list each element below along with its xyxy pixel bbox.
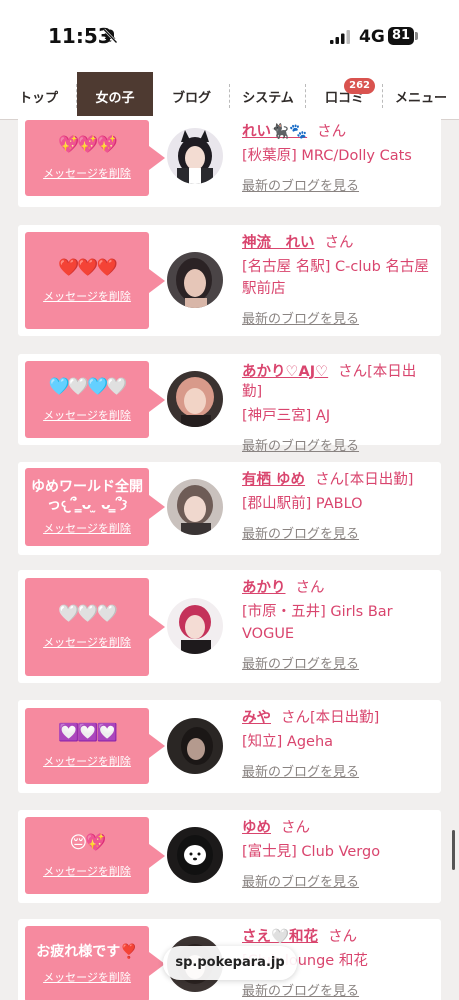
card-info: みや さん[本日出勤] [知立] Ageha 最新のブログを見る — [242, 708, 435, 781]
honorific: さん — [315, 472, 345, 488]
honorific: さん — [281, 710, 310, 726]
message-bubble: 😔💖 メッセージを削除 — [25, 817, 165, 894]
tab-reviews[interactable]: 口コミ 262 — [306, 72, 383, 120]
avatar[interactable] — [167, 252, 223, 308]
status-bar: 11:53 4G 81 — [0, 0, 459, 72]
delete-message-link[interactable]: メッセージを削除 — [43, 520, 131, 536]
avatar[interactable] — [167, 598, 223, 654]
tab-girls-label: 女の子 — [95, 90, 135, 106]
honorific: さん — [324, 235, 354, 251]
message-emoji: 🤍🤍🤍 — [58, 604, 117, 624]
avatar[interactable] — [167, 371, 223, 427]
latest-blog-link[interactable]: 最新のブログを見る — [242, 653, 359, 672]
battery-tip — [415, 32, 418, 40]
honorific: さん — [281, 820, 310, 836]
attendance-status: [本日出勤] — [344, 472, 414, 488]
shop-label: [知立] Ageha — [242, 734, 334, 750]
url-bar[interactable]: sp.pokepara.jp — [163, 946, 297, 980]
delete-message-link[interactable]: メッセージを削除 — [43, 863, 131, 879]
tab-system[interactable]: システム — [230, 72, 306, 120]
latest-blog-link[interactable]: 最新のブログを見る — [242, 871, 359, 890]
message-bubble: お疲れ様です❣️ メッセージを削除 — [25, 926, 165, 1000]
message-card: 😔💖 メッセージを削除 ゆめ さん [富士見] Club Vergo 最新のブログ… — [18, 810, 441, 903]
girl-name-link[interactable]: 有栖 ゆめ — [242, 472, 305, 488]
message-bubble: 💟💟💟 メッセージを削除 — [25, 708, 165, 784]
network-type: 4G — [359, 27, 385, 47]
delete-message-link[interactable]: メッセージを削除 — [43, 288, 131, 304]
message-emoji: 😔💖 — [69, 832, 107, 853]
message-text: ゆめワールド全開っ𐔌՞ ̳ᴗ ̫ ᴗ ̳՞𐦯 — [31, 479, 143, 513]
message-emoji: 💖💖💖 — [58, 135, 117, 155]
card-info: 有栖 ゆめ さん[本日出勤] [郡山駅前] PABLO 最新のブログを見る — [242, 470, 435, 543]
card-info: あかり さん [市原・五井] Girls Bar VOGUE 最新のブログを見る — [242, 578, 435, 673]
girl-name-link[interactable]: あかり — [242, 580, 286, 596]
tab-top[interactable]: トップ — [0, 72, 77, 120]
message-bubble: 🩵🤍🩵🤍 メッセージを削除 — [25, 361, 165, 438]
tab-menu-label: メニュー — [394, 90, 447, 106]
girl-name-link[interactable]: あかり♡AJ♡ — [242, 364, 328, 380]
delete-message-link[interactable]: メッセージを削除 — [43, 753, 131, 769]
tab-girls[interactable]: 女の子 — [77, 72, 153, 120]
avatar[interactable] — [167, 827, 223, 883]
message-bubble: 🤍🤍🤍 メッセージを削除 — [25, 578, 165, 676]
tab-system-label: システム — [242, 90, 294, 106]
card-info: あかり♡AJ♡ さん[本日出勤] [神戸三宮] AJ 最新のブログを見る — [242, 362, 435, 455]
message-emoji: 💟💟💟 — [58, 723, 117, 743]
card-info: ゆめ さん [富士見] Club Vergo 最新のブログを見る — [242, 818, 435, 891]
battery-icon: 81 — [388, 27, 414, 45]
message-emoji: 🩵🤍🩵🤍 — [48, 376, 128, 397]
latest-blog-link[interactable]: 最新のブログを見る — [242, 175, 359, 194]
delete-message-link[interactable]: メッセージを削除 — [43, 407, 131, 423]
girl-name-link[interactable]: れい🐈‍⬛🐾 — [242, 124, 307, 140]
avatar[interactable] — [167, 479, 223, 535]
latest-blog-link[interactable]: 最新のブログを見る — [242, 980, 359, 999]
message-text: お疲れ様です❣️ — [36, 944, 138, 960]
message-card: ゆめワールド全開っ𐔌՞ ̳ᴗ ̫ ᴗ ̳՞𐦯 メッセージを削除 有栖 ゆめ さん[… — [18, 462, 441, 555]
message-bubble: ❤️❤️❤️ メッセージを削除 — [25, 232, 165, 329]
card-info: れい🐈‍⬛🐾 さん [秋葉原] MRC/Dolly Cats 最新のブログを見る — [242, 122, 435, 195]
latest-blog-link[interactable]: 最新のブログを見る — [242, 523, 359, 542]
avatar[interactable] — [167, 718, 223, 774]
card-info: 神流 れい さん [名古屋 名駅] C-club 名古屋駅前店 最新のブログを見る — [242, 233, 435, 328]
honorific: さん — [317, 124, 347, 140]
latest-blog-link[interactable]: 最新のブログを見る — [242, 761, 359, 780]
tab-top-label: トップ — [18, 90, 58, 106]
scrollbar[interactable] — [452, 830, 455, 870]
latest-blog-link[interactable]: 最新のブログを見る — [242, 435, 359, 454]
message-card: ❤️❤️❤️ メッセージを削除 神流 れい さん [名古屋 名駅] C-club … — [18, 225, 441, 336]
tab-blog-label: ブログ — [171, 90, 211, 106]
shop-label: [郡山駅前] PABLO — [242, 496, 363, 512]
girl-name-link[interactable]: 神流 れい — [242, 235, 315, 251]
cellular-signal-icon — [330, 30, 352, 49]
message-emoji: ❤️❤️❤️ — [58, 257, 117, 278]
shop-label: [神戸三宮] AJ — [242, 408, 331, 424]
shop-label: [富士見] Club Vergo — [242, 844, 381, 860]
message-card: 🩵🤍🩵🤍 メッセージを削除 あかり♡AJ♡ さん[本日出勤] [神戸三宮] AJ … — [18, 354, 441, 454]
delete-message-link[interactable]: メッセージを削除 — [43, 634, 131, 650]
attendance-status: [本日出勤] — [310, 710, 380, 726]
honorific: さん — [295, 580, 325, 596]
avatar[interactable] — [167, 128, 223, 184]
delete-message-link[interactable]: メッセージを削除 — [43, 165, 131, 181]
honorific: さん — [328, 929, 358, 945]
shop-label: [名古屋 名駅] C-club 名古屋駅前店 — [242, 259, 429, 297]
tab-menu[interactable]: メニュー — [383, 72, 459, 120]
main-nav: トップ 女の子 ブログ システム 口コミ 262 メニュー — [0, 72, 459, 120]
shop-label: [市原・五井] Girls Bar VOGUE — [242, 604, 393, 642]
bell-off-icon — [102, 28, 118, 49]
girl-name-link[interactable]: ゆめ — [242, 820, 271, 836]
message-bubble: 💖💖💖 メッセージを削除 — [25, 120, 165, 196]
shop-label: [秋葉原] MRC/Dolly Cats — [242, 148, 412, 164]
honorific: さん — [338, 364, 368, 380]
girl-name-link[interactable]: みや — [242, 710, 271, 726]
delete-message-link[interactable]: メッセージを削除 — [43, 969, 131, 985]
girl-name-link[interactable]: さえ🤍和花 — [242, 929, 318, 945]
message-card: 💟💟💟 メッセージを削除 みや さん[本日出勤] [知立] Ageha 最新のブロ… — [18, 700, 441, 793]
latest-blog-link[interactable]: 最新のブログを見る — [242, 308, 359, 327]
reviews-count-badge: 262 — [344, 78, 375, 94]
message-card: 🤍🤍🤍 メッセージを削除 あかり さん [市原・五井] Girls Bar VOG… — [18, 570, 441, 683]
message-bubble: ゆめワールド全開っ𐔌՞ ̳ᴗ ̫ ᴗ ̳՞𐦯 メッセージを削除 — [25, 468, 165, 546]
tab-blog[interactable]: ブログ — [153, 72, 230, 120]
message-card: 💖💖💖 メッセージを削除 れい🐈‍⬛🐾 さん [秋葉原] MRC/Dolly Ca… — [18, 116, 441, 207]
